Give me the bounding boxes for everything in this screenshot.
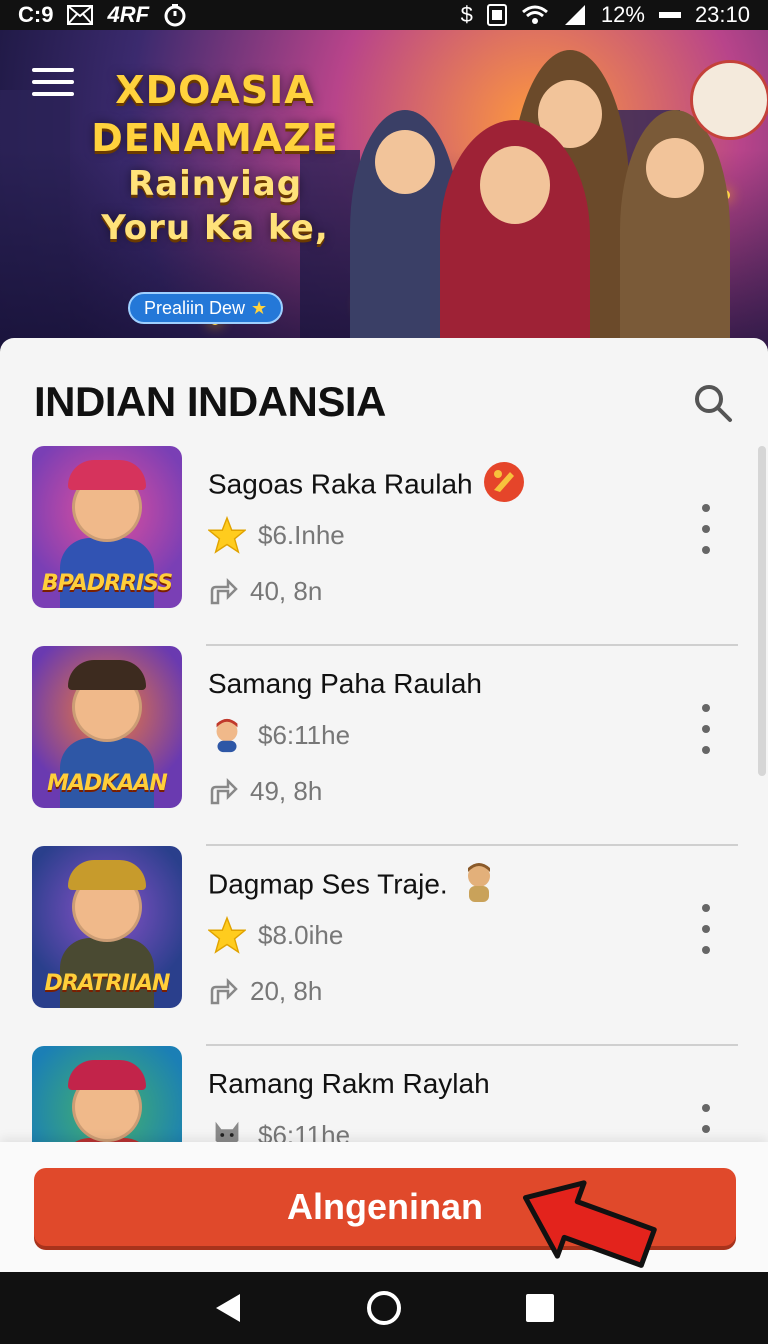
item-thumbnail[interactable]: MADKAAN xyxy=(32,646,182,808)
item-stat: 20, 8h xyxy=(250,976,323,1006)
character-woman xyxy=(440,120,590,350)
item-price-row: $8.0ihe xyxy=(208,916,343,954)
item-title: Samang Paha Raulah xyxy=(208,668,482,700)
status-network-text: 4RF xyxy=(107,2,150,27)
home-button[interactable] xyxy=(364,1288,404,1328)
item-title-text: Dagmap Ses Traje. xyxy=(208,868,448,900)
avatar-icon xyxy=(216,718,238,753)
hero-banner[interactable]: XDOASIA DENAMAZE Rainyiag Yoru Ka ke, Pr… xyxy=(0,30,768,350)
recents-button[interactable] xyxy=(520,1288,560,1328)
figure-icon xyxy=(468,863,491,902)
more-options-button[interactable] xyxy=(694,704,718,754)
share-icon xyxy=(210,977,238,1004)
more-options-button[interactable] xyxy=(694,904,718,954)
share-icon xyxy=(210,777,238,804)
dollar-icon: $ xyxy=(460,2,473,27)
thumbnail-logo-text: MADKAAN xyxy=(47,771,168,796)
item-title: Sagoas Raka Raulah xyxy=(208,462,526,504)
content-card: INDIAN INDANSIA BPADRRISS Sagoas Raka Ra… xyxy=(0,338,768,1208)
item-title-text: Samang Paha Raulah xyxy=(208,668,482,699)
star-icon xyxy=(208,916,246,954)
item-price: $6.Inhe xyxy=(258,519,345,550)
status-right: $ 12% 23:10 xyxy=(461,2,750,28)
banner-title-line3: Rainyiag xyxy=(127,164,303,204)
banner-badge-label: Prealiin Dew xyxy=(144,297,246,318)
status-time: 23:10 xyxy=(694,2,750,27)
ball-decoration xyxy=(690,60,768,140)
system-nav-bar xyxy=(0,1272,768,1344)
star-icon: ★ xyxy=(251,297,268,318)
thumbnail-logo-text: BPADRRISS xyxy=(41,571,173,596)
item-stat-row: 49, 8h xyxy=(208,776,322,807)
item-price: $6:11he xyxy=(258,719,351,750)
banner-badge-button[interactable]: Prealiin Dew ★ xyxy=(128,292,284,324)
item-stat: 40, 8n xyxy=(250,576,323,606)
item-price: $8.0ihe xyxy=(258,919,344,950)
thumbnail-logo-text: DRATRIIAN xyxy=(44,971,171,996)
character-girl xyxy=(620,110,730,350)
item-stat: 49, 8h xyxy=(250,776,323,806)
item-title: Dagmap Ses Traje. xyxy=(208,863,501,904)
item-price-row: $6:11he xyxy=(208,716,350,754)
timer-icon xyxy=(164,4,186,27)
item-title-text: Sagoas Raka Raulah xyxy=(208,468,473,500)
search-button[interactable] xyxy=(692,382,734,424)
item-stat-row: 40, 8n xyxy=(208,576,322,607)
pointer-arrow-icon xyxy=(522,1180,657,1268)
sim-icon xyxy=(486,4,507,26)
item-thumbnail[interactable]: DRATRIIAN xyxy=(32,846,182,1008)
item-title: Ramang Rakm Raylah xyxy=(208,1068,490,1100)
banner-title: XDOASIA DENAMAZE Rainyiag Yoru Ka ke, xyxy=(80,66,350,250)
recents-icon xyxy=(526,1294,554,1322)
item-title-text: Ramang Rakm Raylah xyxy=(208,1068,490,1099)
battery-icon xyxy=(658,12,681,18)
item-stat-row: 20, 8h xyxy=(208,976,322,1007)
status-carrier-text: C:9 xyxy=(18,2,54,27)
more-options-button[interactable] xyxy=(694,504,718,554)
back-button[interactable] xyxy=(208,1288,248,1328)
signal-icon xyxy=(564,5,585,25)
badge-icon xyxy=(484,462,525,502)
banner-title-line2: DENAMAZE xyxy=(91,116,339,160)
home-icon xyxy=(367,1291,401,1325)
banner-title-line4: Yoru Ka ke, xyxy=(101,208,329,248)
wifi-icon xyxy=(521,5,548,24)
battery-percent: 12% xyxy=(600,2,645,27)
list-item[interactable]: MADKAAN Samang Paha Raulah $6:11he 49, 8… xyxy=(0,646,768,846)
banner-title-line1: XDOASIA xyxy=(115,68,315,112)
hamburger-menu-button[interactable] xyxy=(32,68,74,100)
list-item[interactable]: DRATRIIAN Dagmap Ses Traje. $8.0ihe 20, … xyxy=(0,846,768,1046)
star-icon xyxy=(208,516,246,554)
list-item[interactable]: BPADRRISS Sagoas Raka Raulah $6.Inhe 40,… xyxy=(0,446,768,646)
share-icon xyxy=(210,577,238,604)
status-bar: C:9 4RF $ 12% 23:10 xyxy=(0,0,768,30)
section-title: INDIAN INDANSIA xyxy=(34,378,386,425)
back-icon xyxy=(216,1294,240,1322)
search-icon xyxy=(695,385,732,422)
mail-icon xyxy=(67,5,94,25)
status-left: C:9 4RF xyxy=(18,2,187,28)
item-price-row: $6.Inhe xyxy=(208,516,345,554)
item-thumbnail[interactable]: BPADRRISS xyxy=(32,446,182,608)
